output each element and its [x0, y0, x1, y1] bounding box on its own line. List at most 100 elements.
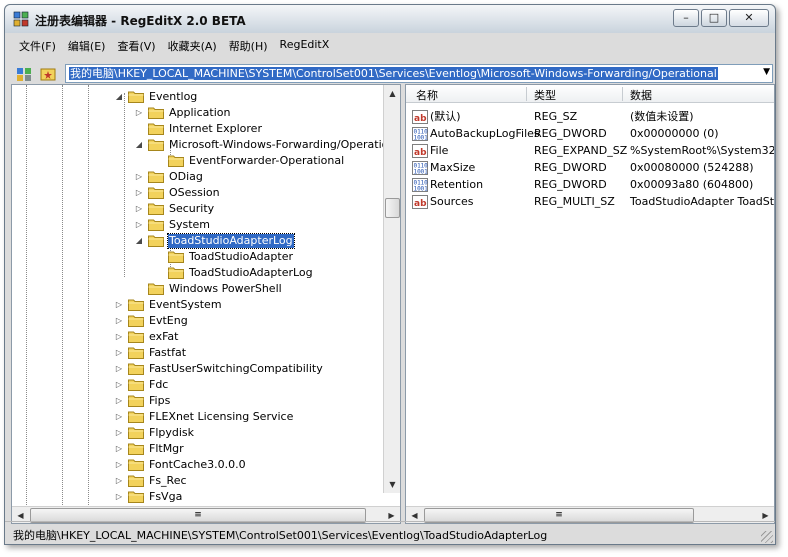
key-tree-pane[interactable]: ◢ Eventlog ▷ Application Internet Explorer ◢ M…: [11, 84, 401, 524]
folder-icon: [128, 427, 144, 439]
value-data: 0x00080000 (524288): [630, 161, 754, 174]
resize-grip-icon[interactable]: [761, 531, 773, 543]
value-name: Retention: [430, 178, 484, 191]
tree-scroll-thumb[interactable]: [385, 198, 400, 218]
tree-node-label: FsVga: [149, 490, 183, 503]
column-divider[interactable]: [622, 87, 623, 101]
expander-icon[interactable]: ▷: [114, 460, 124, 470]
close-button[interactable]: ✕: [729, 9, 769, 27]
maximize-button[interactable]: □: [701, 9, 727, 27]
tree-node-label: ToadStudioAdapterLog: [167, 233, 295, 249]
menu-bar: 文件(F) 编辑(E) 查看(V) 收藏夹(A) 帮助(H) RegEditX: [5, 35, 775, 55]
folder-icon: [148, 171, 164, 183]
menu-favorites[interactable]: 收藏夹(A): [162, 35, 223, 55]
list-item[interactable]: 01 10 10 01 Retention REG_DWORD 0x00093a80 (60…: [406, 177, 774, 194]
tree-node-label: Flpydisk: [149, 426, 195, 439]
expander-icon[interactable]: ▷: [114, 364, 124, 374]
address-combobox[interactable]: 我的电脑\HKEY_LOCAL_MACHINE\SYSTEM\ControlSe…: [65, 64, 773, 83]
value-name: MaxSize: [430, 161, 476, 174]
expander-icon[interactable]: ▷: [114, 476, 124, 486]
tree-node-label: OSession: [169, 186, 220, 199]
tree-node-label: Fips: [149, 394, 171, 407]
tree-node-label: ToadStudioAdapterLog: [189, 266, 313, 279]
folder-icon: [128, 299, 144, 311]
scroll-down-arrow-icon[interactable]: ▼: [385, 477, 400, 492]
list-item[interactable]: ab File REG_EXPAND_SZ %SystemRoot%\System32…: [406, 143, 775, 160]
folder-icon: [148, 283, 164, 295]
status-path: 我的电脑\HKEY_LOCAL_MACHINE\SYSTEM\ControlSe…: [13, 529, 548, 542]
menu-help[interactable]: 帮助(H): [223, 35, 274, 55]
minimize-button[interactable]: –: [673, 9, 699, 27]
title-bar[interactable]: 注册表编辑器 - RegEditX 2.0 BETA – □ ✕: [5, 5, 775, 33]
value-name: Sources: [430, 195, 474, 208]
tree-node-label: exFat: [149, 330, 179, 343]
expander-icon[interactable]: [154, 156, 164, 166]
expander-icon[interactable]: ▷: [114, 380, 124, 390]
expander-icon[interactable]: [134, 124, 144, 134]
string-value-icon: ab: [412, 195, 428, 209]
tree-node-label: FltMgr: [149, 442, 184, 455]
list-item[interactable]: ab (默认) REG_SZ (数值未设置): [406, 109, 774, 126]
value-data: ToadStudioAdapter ToadStudio: [630, 195, 775, 208]
svg-text:ab: ab: [414, 114, 427, 124]
expander-icon[interactable]: ◢: [134, 140, 144, 150]
expander-icon[interactable]: [154, 252, 164, 262]
expander-icon[interactable]: ▷: [114, 348, 124, 358]
tree-guide-line: [88, 85, 89, 509]
expander-icon[interactable]: [134, 284, 144, 294]
folder-icon: [148, 107, 164, 119]
folder-icon: [128, 459, 144, 471]
column-header-name[interactable]: 名称: [416, 87, 438, 103]
expander-icon[interactable]: ◢: [134, 236, 144, 246]
tree-node-label: EventSystem: [149, 298, 222, 311]
address-input[interactable]: 我的电脑\HKEY_LOCAL_MACHINE\SYSTEM\ControlSe…: [69, 67, 718, 80]
expander-icon[interactable]: ▷: [134, 204, 144, 214]
values-list-pane[interactable]: 名称 类型 数据 ab (默认) REG_SZ (数值未设置) 01 10 10 01 Auto…: [405, 84, 775, 524]
folder-icon: [168, 251, 184, 263]
tree-node-label: EventForwarder-Operational: [189, 154, 345, 167]
list-item[interactable]: ab Sources REG_MULTI_SZ ToadStudioAdapter T…: [406, 194, 775, 211]
expander-icon[interactable]: ▷: [114, 316, 124, 326]
favorites-star-icon[interactable]: [39, 65, 57, 83]
folder-icon: [128, 379, 144, 391]
tree-node-label: Fastfat: [149, 346, 187, 359]
scroll-up-arrow-icon[interactable]: ▲: [385, 86, 400, 101]
expander-icon[interactable]: ▷: [114, 396, 124, 406]
tree-node-label: Microsoft-Windows-Forwarding/Operational: [169, 138, 401, 151]
expander-icon[interactable]: [154, 268, 164, 278]
expander-icon[interactable]: ▷: [134, 108, 144, 118]
expander-icon[interactable]: ▷: [114, 300, 124, 310]
column-header-type[interactable]: 类型: [534, 87, 556, 103]
svg-text:01: 01: [421, 186, 429, 193]
expander-icon[interactable]: ▷: [134, 220, 144, 230]
tree-node-label: ODiag: [169, 170, 203, 183]
menu-regeditx[interactable]: RegEditX: [274, 35, 336, 55]
expander-icon[interactable]: ▷: [114, 332, 124, 342]
tree-guide-line: [26, 85, 27, 509]
tree-node-label: Fdc: [149, 378, 169, 391]
folder-icon: [128, 331, 144, 343]
binary-value-icon: 01 1010 01: [412, 161, 428, 175]
list-item[interactable]: 01 10 10 01 AutoBackupLogFiles REG_DWORD 0x000…: [406, 126, 774, 143]
expander-icon[interactable]: ◢: [114, 92, 124, 102]
expander-icon[interactable]: ▷: [134, 188, 144, 198]
expander-icon[interactable]: ▷: [114, 412, 124, 422]
expander-icon[interactable]: ▷: [114, 428, 124, 438]
tree-vertical-scrollbar[interactable]: ▲ ▼: [383, 85, 400, 493]
expander-icon[interactable]: ▷: [114, 444, 124, 454]
folder-icon: [148, 139, 164, 151]
chevron-down-icon[interactable]: ▼: [763, 67, 770, 77]
menu-edit[interactable]: 编辑(E): [62, 35, 112, 55]
list-item[interactable]: 01 10 10 01 MaxSize REG_DWORD 0x00080000 (5242…: [406, 160, 774, 177]
value-type: REG_DWORD: [534, 161, 607, 174]
value-data: 0x00093a80 (604800): [630, 178, 754, 191]
expander-icon[interactable]: ▷: [134, 172, 144, 182]
menu-view[interactable]: 查看(V): [111, 35, 161, 55]
expander-icon[interactable]: ▷: [114, 492, 124, 502]
registry-tool-icon[interactable]: [15, 65, 33, 83]
tree-node-label: FastUserSwitchingCompatibility: [149, 362, 323, 375]
column-header-data[interactable]: 数据: [630, 87, 652, 103]
column-divider[interactable]: [526, 87, 527, 101]
menu-file[interactable]: 文件(F): [13, 35, 62, 55]
value-data: %SystemRoot%\System32\co: [630, 144, 775, 157]
